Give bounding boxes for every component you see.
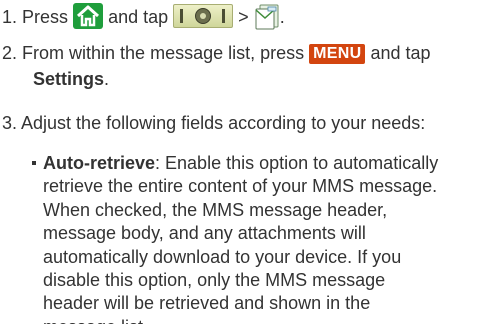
- applications-tab-icon: [173, 4, 234, 28]
- messaging-app-icon: [254, 4, 280, 30]
- step-text: From within the message list, press: [22, 43, 305, 63]
- menu-key-label: MENU: [309, 44, 366, 64]
- step-text: and tap: [108, 7, 169, 27]
- bullet-term: Auto-retrieve: [43, 153, 156, 173]
- bullet-line: retrieve the entire content of your MMS …: [43, 176, 438, 197]
- step-text: .: [104, 69, 110, 89]
- bullet-line: message list.: [43, 316, 148, 324]
- step-text: Press: [22, 7, 69, 27]
- step-3: 3. Adjust the following fields according…: [2, 112, 425, 134]
- home-key-icon: [73, 3, 104, 29]
- step-text: .: [279, 7, 285, 27]
- settings-label: Settings: [33, 69, 105, 89]
- step-number: 1.: [2, 7, 18, 27]
- step-2: 2. From within the message list, press M…: [2, 42, 431, 64]
- bullet-text: : Enable this option to automatically: [155, 153, 439, 173]
- step-text: Adjust the following fields according to…: [21, 113, 426, 133]
- step-number: 2.: [2, 43, 18, 63]
- step-2-continued: Settings.: [33, 68, 109, 90]
- step-text: and tap: [370, 43, 431, 63]
- bullet-line: When checked, the MMS message header,: [43, 199, 388, 220]
- step-1: 1. Press and tap > .: [2, 3, 285, 30]
- bullet-line: message body, and any attachments will: [43, 223, 366, 244]
- step-text: >: [238, 7, 249, 27]
- bullet-line: Auto-retrieve: Enable this option to aut…: [43, 152, 438, 175]
- bullet-marker: [32, 161, 36, 165]
- bullet-line: disable this option, only the MMS messag…: [43, 270, 386, 290]
- bullet-line: automatically download to your device. I…: [43, 246, 402, 267]
- bullet-line: header will be retrieved and shown in th…: [43, 293, 371, 314]
- step-number: 3.: [2, 113, 18, 133]
